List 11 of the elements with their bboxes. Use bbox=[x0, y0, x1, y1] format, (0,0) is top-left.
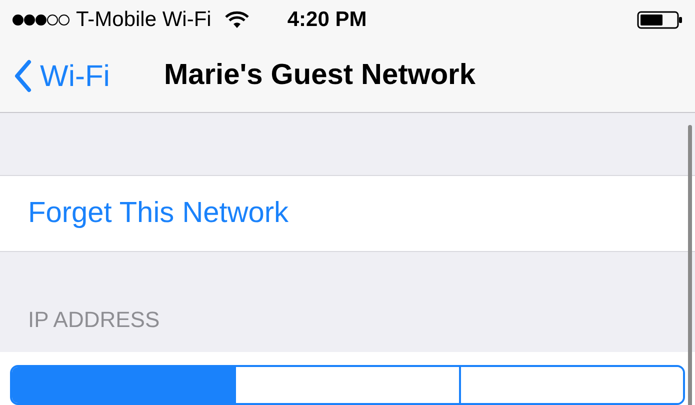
battery-icon bbox=[637, 10, 683, 30]
wifi-icon bbox=[225, 11, 250, 29]
carrier-name: T-Mobile Wi-Fi bbox=[76, 7, 212, 34]
forget-network-button[interactable]: Forget This Network bbox=[0, 174, 695, 252]
back-button[interactable]: Wi-Fi bbox=[14, 54, 110, 99]
segment-tab[interactable] bbox=[458, 366, 683, 403]
signal-icon bbox=[12, 13, 70, 27]
back-chevron-icon bbox=[14, 59, 32, 94]
status-time: 4:20 PM bbox=[287, 7, 367, 34]
nav-title: Marie's Guest Network bbox=[164, 58, 476, 94]
section-header: IP ADDRESS bbox=[28, 306, 160, 334]
